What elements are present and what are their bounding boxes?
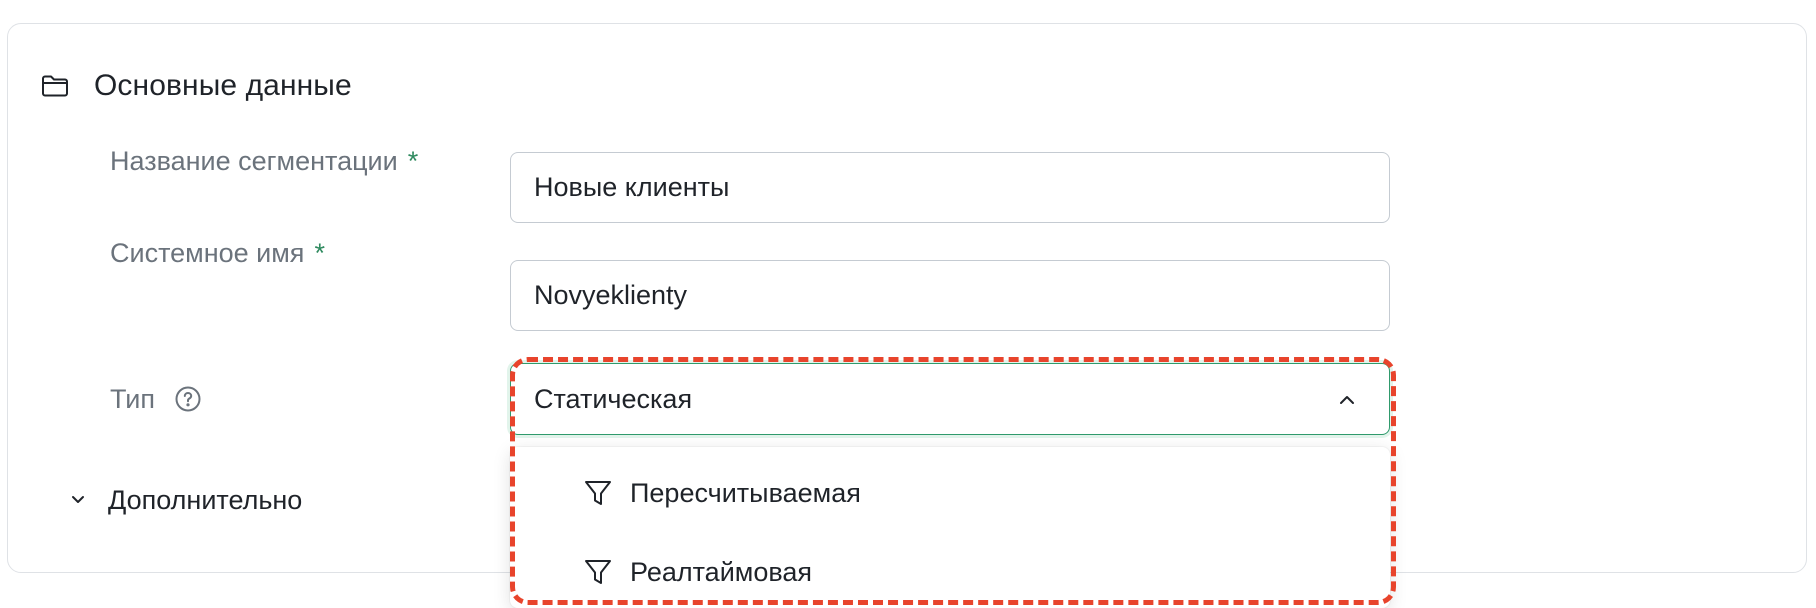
chevron-down-icon: [68, 490, 88, 510]
filter-icon: [582, 477, 614, 509]
section-title: Основные данные: [94, 69, 352, 102]
section-header: Основные данные: [40, 62, 352, 110]
type-option-label: Реалтаймовая: [630, 556, 813, 587]
required-mark: *: [407, 145, 419, 176]
type-option-recalculated[interactable]: Пересчитываемая: [582, 473, 861, 513]
type-selected-value: Статическая: [534, 383, 693, 414]
type-dropdown-menu: Пересчитываемая Реалтаймовая: [510, 447, 1390, 608]
type-label: Тип: [110, 379, 203, 419]
system-name-label-text: Системное имя: [110, 237, 305, 268]
filter-icon: [582, 556, 614, 588]
segmentation-name-label-text: Название сегментации: [110, 145, 398, 176]
folder-icon: [40, 71, 70, 101]
segmentation-name-value: Новые клиенты: [534, 172, 730, 202]
system-name-label: Системное имя *: [110, 233, 325, 273]
advanced-toggle[interactable]: Дополнительно: [68, 480, 302, 520]
chevron-up-icon[interactable]: [1335, 388, 1359, 412]
type-option-realtime[interactable]: Реалтаймовая: [582, 552, 812, 592]
segmentation-name-label: Название сегментации *: [110, 141, 418, 181]
required-mark: *: [314, 237, 325, 268]
type-option-label: Пересчитываемая: [630, 477, 861, 508]
advanced-label: Дополнительно: [108, 484, 303, 515]
type-select[interactable]: Статическая: [510, 363, 1390, 435]
question-circle-icon[interactable]: [173, 384, 203, 414]
type-label-text: Тип: [110, 383, 156, 414]
system-name-input[interactable]: Novyeklienty: [510, 260, 1390, 331]
segmentation-name-input[interactable]: Новые клиенты: [510, 152, 1390, 223]
system-name-value: Novyeklienty: [534, 280, 688, 310]
